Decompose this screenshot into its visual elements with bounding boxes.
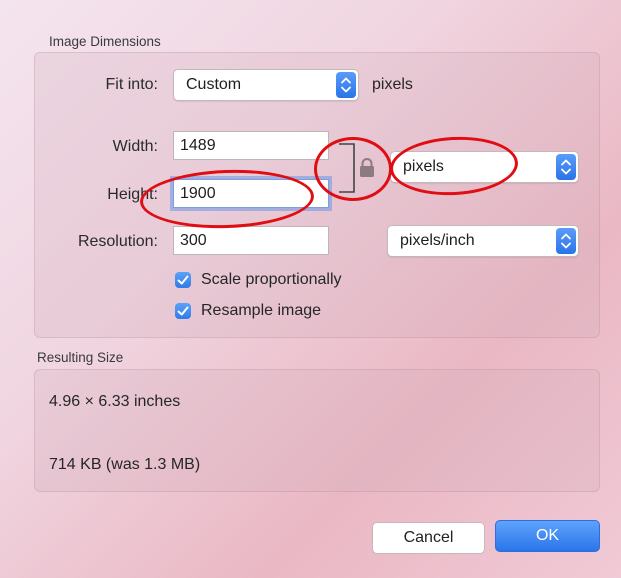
fit-into-popup[interactable]: Custom (173, 69, 359, 101)
resolution-unit-popup[interactable]: pixels/inch (387, 225, 579, 257)
image-size-dialog: { "dimensions": { "section_title": "Imag… (0, 0, 621, 578)
resolution-label: Resolution: (77, 233, 158, 250)
resolution-input[interactable] (173, 226, 329, 255)
physical-size-text: 4.96 × 6.33 inches (49, 393, 181, 410)
resample-image-label[interactable]: Resample image (201, 302, 321, 320)
checkmark-icon (177, 306, 189, 316)
ok-button[interactable]: OK (495, 520, 600, 552)
checkmark-icon (177, 275, 189, 285)
fit-into-value: Custom (186, 76, 242, 93)
image-dimensions-title: Image Dimensions (49, 34, 161, 49)
fit-into-chevron-icon (336, 72, 356, 98)
resolution-unit-chevron-icon (556, 228, 576, 254)
resample-image-checkbox[interactable] (175, 303, 191, 319)
cancel-button[interactable]: Cancel (372, 522, 485, 554)
size-unit-chevron-icon (556, 154, 576, 180)
fit-into-label: Fit into: (105, 76, 158, 93)
scale-proportionally-label[interactable]: Scale proportionally (201, 271, 342, 289)
resulting-size-title: Resulting Size (37, 350, 124, 365)
annotation-circle-lock (314, 137, 392, 201)
width-input[interactable] (173, 131, 329, 160)
resolution-unit-value: pixels/inch (400, 232, 475, 249)
file-size-text: 714 KB (was 1.3 MB) (49, 456, 201, 473)
fit-into-unit-label: pixels (372, 76, 413, 93)
width-label: Width: (112, 138, 158, 155)
scale-proportionally-checkbox[interactable] (175, 272, 191, 288)
